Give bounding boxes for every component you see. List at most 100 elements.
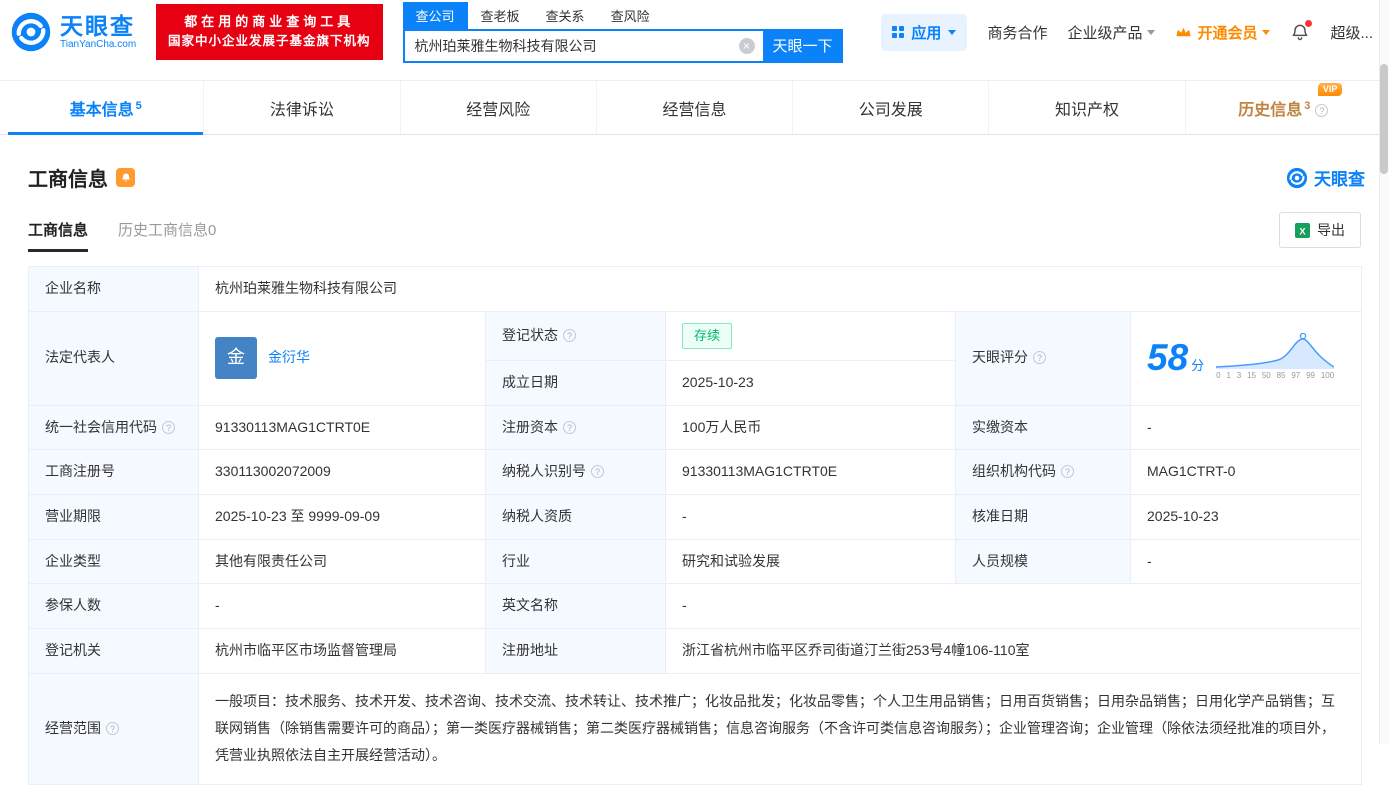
field-value-staff-size: - [1131, 539, 1362, 584]
field-value-english-name: - [666, 584, 1362, 629]
field-value-taxpayer-quality: - [666, 494, 956, 539]
field-label-taxpayer-id: 纳税人识别号 [486, 450, 666, 495]
help-icon[interactable] [591, 465, 604, 478]
field-value-legal-rep: 金 金衍华 [199, 311, 486, 405]
scrollbar-thumb[interactable] [1380, 64, 1388, 174]
tab-basic-info[interactable]: 基本信息5 [8, 81, 203, 134]
field-label-approval-date: 核准日期 [956, 494, 1131, 539]
help-icon[interactable] [563, 421, 576, 434]
search-tab-risk[interactable]: 查风险 [598, 2, 663, 29]
export-button[interactable]: X 导出 [1279, 212, 1361, 248]
field-value-company-type: 其他有限责任公司 [199, 539, 486, 584]
field-value-paid-capital: - [1131, 405, 1362, 450]
search-input[interactable] [403, 29, 763, 63]
top-header: 天眼查 TianYanCha.com 都在用的商业查询工具 国家中小企业发展子基… [0, 0, 1389, 64]
field-label-establish-date: 成立日期 [486, 360, 666, 405]
field-label-company-name: 企业名称 [29, 267, 199, 312]
help-icon[interactable] [1033, 351, 1046, 364]
search-tabs: 查公司 查老板 查关系 查风险 [403, 2, 843, 29]
field-value-establish-date: 2025-10-23 [666, 360, 956, 405]
field-value-org-code: MAG1CTRT-0 [1131, 450, 1362, 495]
chevron-down-icon [948, 30, 956, 35]
vip-badge: VIP [1318, 83, 1343, 96]
field-value-company-name: 杭州珀莱雅生物科技有限公司 [199, 267, 1362, 312]
brand-name: 天眼查 [60, 14, 136, 39]
help-icon[interactable] [162, 421, 175, 434]
field-label-reg-status: 登记状态 [486, 311, 666, 360]
field-label-business-term: 营业期限 [29, 494, 199, 539]
field-value-reg-capital: 100万人民币 [666, 405, 956, 450]
tab-operation-info[interactable]: 经营信息 [596, 81, 792, 134]
field-value-business-term: 2025-10-23 至 9999-09-09 [199, 494, 486, 539]
apps-grid-icon [892, 26, 904, 38]
field-value-business-scope: 一般项目：技术服务、技术开发、技术咨询、技术交流、技术转让、技术推广；化妆品批发… [199, 673, 1362, 784]
field-value-reg-authority: 杭州市临平区市场监督管理局 [199, 628, 486, 673]
field-label-staff-size: 人员规模 [956, 539, 1131, 584]
tianyancha-logo-icon [10, 11, 52, 53]
nav-open-membership[interactable]: 开通会员 [1175, 22, 1270, 43]
score-curve-chart: 0131550859799100 [1216, 333, 1334, 382]
search-tab-relation[interactable]: 查关系 [533, 2, 598, 29]
brand-domain: TianYanCha.com [60, 39, 136, 50]
help-icon[interactable] [1061, 465, 1074, 478]
field-value-credit-code: 91330113MAG1CTRT0E [199, 405, 486, 450]
field-value-insured-count: - [199, 584, 486, 629]
subtab-history-business-info[interactable]: 历史工商信息0 [118, 219, 216, 252]
section-title: 工商信息 [28, 163, 108, 192]
chevron-down-icon [1262, 30, 1270, 35]
help-icon[interactable] [106, 722, 119, 735]
status-badge: 存续 [682, 323, 732, 349]
notifications-bell-icon[interactable] [1290, 22, 1310, 42]
field-value-score: 58分 0131550859799100 [1131, 311, 1362, 405]
header-nav: 应用 商务合作 企业级产品 开通会员 超级... [881, 14, 1379, 51]
nav-enterprise-products[interactable]: 企业级产品 [1067, 22, 1155, 43]
nav-super-vip[interactable]: 超级... [1330, 22, 1373, 43]
field-label-business-scope: 经营范围 [29, 673, 199, 784]
field-label-credit-code: 统一社会信用代码 [29, 405, 199, 450]
subscribe-bell-icon[interactable] [116, 168, 135, 187]
field-label-paid-capital: 实缴资本 [956, 405, 1131, 450]
business-info-table: 企业名称 杭州珀莱雅生物科技有限公司 法定代表人 金 金衍华 登记状态 存续 天… [28, 266, 1362, 785]
search-tab-company[interactable]: 查公司 [403, 2, 468, 29]
apps-menu-label: 应用 [911, 22, 941, 43]
tab-legal-proceedings[interactable]: 法律诉讼 [203, 81, 399, 134]
search-button[interactable]: 天眼一下 [763, 29, 843, 63]
field-label-org-code: 组织机构代码 [956, 450, 1131, 495]
scrollbar[interactable] [1379, 0, 1389, 744]
nav-business-cooperation[interactable]: 商务合作 [987, 22, 1047, 43]
help-icon[interactable] [563, 329, 576, 342]
tab-history-info[interactable]: 历史信息3 VIP [1185, 81, 1381, 134]
promo-banner: 都在用的商业查询工具 国家中小企业发展子基金旗下机构 [156, 4, 383, 60]
tab-intellectual-property[interactable]: 知识产权 [988, 81, 1184, 134]
field-label-english-name: 英文名称 [486, 584, 666, 629]
company-section-tabs: 基本信息5 法律诉讼 经营风险 经营信息 公司发展 知识产权 历史信息3 VIP [0, 80, 1389, 135]
svg-text:X: X [1299, 226, 1306, 236]
field-value-reg-number: 330113002072009 [199, 450, 486, 495]
promo-line-2: 国家中小企业发展子基金旗下机构 [168, 32, 371, 51]
promo-line-1: 都在用的商业查询工具 [168, 12, 371, 32]
search-tab-boss[interactable]: 查老板 [468, 2, 533, 29]
score-unit: 分 [1191, 358, 1204, 373]
field-value-approval-date: 2025-10-23 [1131, 494, 1362, 539]
search-area: 查公司 查老板 查关系 查风险 天眼一下 [403, 2, 843, 63]
field-label-taxpayer-quality: 纳税人资质 [486, 494, 666, 539]
field-value-taxpayer-id: 91330113MAG1CTRT0E [666, 450, 956, 495]
field-value-reg-address: 浙江省杭州市临平区乔司街道汀兰街253号4幢106-110室 [666, 628, 1362, 673]
tab-operation-risk[interactable]: 经营风险 [400, 81, 596, 134]
tianyancha-watermark-logo: 天眼查 [1286, 165, 1365, 190]
tianyancha-logo-icon [1286, 167, 1308, 189]
tab-company-development[interactable]: 公司发展 [792, 81, 988, 134]
legal-rep-name-link[interactable]: 金衍华 [268, 347, 310, 369]
field-label-legal-rep: 法定代表人 [29, 311, 199, 405]
subtab-business-info[interactable]: 工商信息 [28, 219, 88, 252]
field-label-company-type: 企业类型 [29, 539, 199, 584]
crown-icon [1175, 26, 1192, 38]
field-value-reg-status: 存续 [666, 311, 956, 360]
field-label-insured-count: 参保人数 [29, 584, 199, 629]
legal-rep-avatar[interactable]: 金 [215, 337, 257, 379]
apps-menu-button[interactable]: 应用 [881, 14, 967, 51]
clear-icon[interactable] [739, 38, 755, 54]
main-content: 工商信息 天眼查 工商信息 历史工商信息0 X 导出 [0, 163, 1389, 785]
help-icon[interactable] [1315, 104, 1328, 117]
tianyancha-logo[interactable]: 天眼查 TianYanCha.com [10, 11, 142, 53]
